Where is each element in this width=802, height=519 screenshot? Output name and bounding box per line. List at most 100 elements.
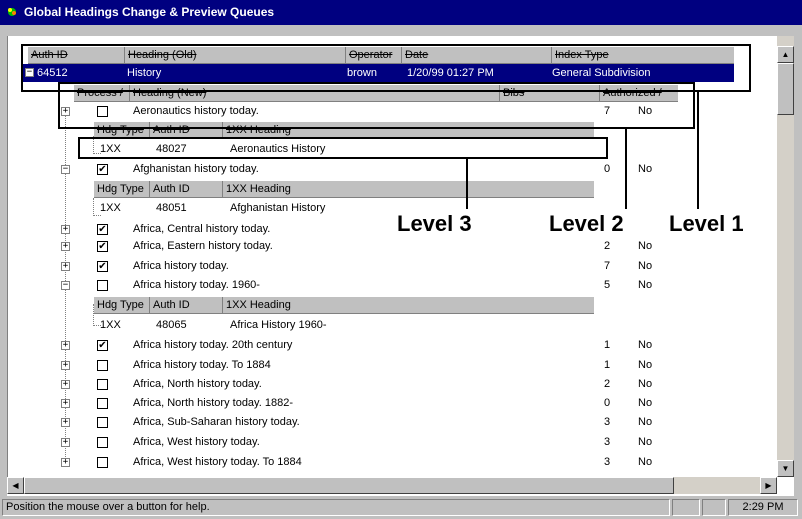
bibs-cell: 5: [604, 279, 611, 291]
process-checkbox[interactable]: ✔: [97, 340, 108, 351]
authorized-cell: No: [638, 339, 653, 351]
col-1xx-heading[interactable]: 1XX Heading: [223, 181, 594, 197]
level3-outline: [78, 137, 608, 159]
auth-id-cell: 48065: [156, 319, 187, 331]
col-hdg-type[interactable]: Hdg Type: [94, 297, 150, 313]
bibs-cell: 0: [604, 163, 611, 175]
sub-row[interactable]: 1XX 48065 Africa History 1960-: [94, 316, 594, 334]
list-item[interactable]: + Africa, North history today. 1882- 0 N…: [56, 394, 696, 412]
title-bar[interactable]: Global Headings Change & Preview Queues: [0, 0, 802, 25]
scroll-up-button[interactable]: ▲: [777, 46, 794, 63]
process-checkbox[interactable]: [97, 280, 108, 291]
list-item[interactable]: + Africa, West history today. To 1884 3 …: [56, 453, 696, 471]
list-item[interactable]: + Africa history today. To 1884 1 No: [56, 356, 696, 374]
expand-icon[interactable]: +: [61, 438, 70, 447]
heading-new-cell: Africa, North history today.: [133, 378, 262, 390]
level2-outline: [58, 82, 695, 129]
horizontal-scrollbar[interactable]: ◀ ▶: [7, 477, 777, 494]
list-item[interactable]: + Africa, North history today. 2 No: [56, 375, 696, 393]
scroll-down-button[interactable]: ▼: [777, 460, 794, 477]
expand-icon[interactable]: +: [61, 242, 70, 251]
heading-new-cell: Afghanistan history today.: [133, 163, 259, 175]
expand-icon[interactable]: +: [61, 399, 70, 408]
authorized-cell: No: [638, 163, 653, 175]
scroll-left-button[interactable]: ◀: [7, 477, 24, 494]
expand-icon[interactable]: +: [61, 225, 70, 234]
bibs-cell: 3: [604, 456, 611, 468]
bibs-cell: 3: [604, 416, 611, 428]
heading-new-cell: Africa, Eastern history today.: [133, 240, 273, 252]
authorized-cell: No: [638, 279, 653, 291]
process-checkbox[interactable]: ✔: [97, 224, 108, 235]
status-panel-empty: [672, 499, 700, 516]
level3-label: Level 3: [397, 211, 472, 236]
level3-header: Hdg Type Auth ID 1XX Heading: [94, 180, 594, 198]
level3-pointer: [466, 159, 468, 209]
heading-new-cell: Africa history today. 1960-: [133, 279, 260, 291]
auth-id-cell: 48051: [156, 202, 187, 214]
collapse-icon[interactable]: −: [61, 281, 70, 290]
authorized-cell: No: [638, 240, 653, 252]
list-item[interactable]: + ✔ Africa history today. 7 No: [56, 257, 696, 275]
bibs-cell: 3: [604, 436, 611, 448]
heading-new-cell: Africa, North history today. 1882-: [133, 397, 293, 409]
scroll-right-button[interactable]: ▶: [760, 477, 777, 494]
bibs-cell: 1: [604, 339, 611, 351]
list-item[interactable]: + Africa, West history today. 3 No: [56, 433, 696, 451]
authorized-cell: No: [638, 260, 653, 272]
level1-pointer: [697, 92, 699, 209]
window-frame-left: [0, 25, 7, 496]
col-1xx-heading[interactable]: 1XX Heading: [223, 297, 594, 313]
process-checkbox[interactable]: [97, 398, 108, 409]
sub-row[interactable]: 1XX 48051 Afghanistan History: [94, 199, 594, 217]
col-auth-id[interactable]: Auth ID: [150, 181, 223, 197]
process-checkbox[interactable]: [97, 360, 108, 371]
vertical-scrollbar[interactable]: ▲ ▼: [777, 36, 794, 477]
collapse-icon[interactable]: −: [61, 165, 70, 174]
level2-pointer: [625, 129, 627, 209]
app-icon: [8, 8, 16, 16]
authorized-cell: No: [638, 397, 653, 409]
process-checkbox[interactable]: [97, 437, 108, 448]
heading-new-cell: Africa history today. 20th century: [133, 339, 293, 351]
status-panel-empty: [702, 499, 726, 516]
col-auth-id[interactable]: Auth ID: [150, 297, 223, 313]
authorized-cell: No: [638, 359, 653, 371]
list-item[interactable]: + ✔ Africa history today. 20th century 1…: [56, 336, 696, 354]
process-checkbox[interactable]: ✔: [97, 241, 108, 252]
window-title: Global Headings Change & Preview Queues: [24, 5, 275, 19]
status-bar: Position the mouse over a button for hel…: [0, 496, 802, 519]
authorized-cell: No: [638, 456, 653, 468]
expand-icon[interactable]: +: [61, 458, 70, 467]
list-item[interactable]: − Africa history today. 1960- 5 No: [56, 276, 696, 294]
scroll-thumb[interactable]: [777, 63, 794, 115]
authorized-cell: No: [638, 416, 653, 428]
level1-label: Level 1: [669, 211, 744, 236]
heading-new-cell: Africa history today. To 1884: [133, 359, 271, 371]
process-checkbox[interactable]: ✔: [97, 164, 108, 175]
status-clock: 2:29 PM: [728, 499, 798, 516]
status-message: Position the mouse over a button for hel…: [2, 499, 670, 516]
bibs-cell: 2: [604, 378, 611, 390]
expand-icon[interactable]: +: [61, 262, 70, 271]
window-frame: [0, 25, 802, 36]
list-item[interactable]: + ✔ Africa, Eastern history today. 2 No: [56, 237, 696, 255]
bibs-cell: 0: [604, 397, 611, 409]
process-checkbox[interactable]: [97, 457, 108, 468]
authorized-cell: No: [638, 436, 653, 448]
heading-new-cell: Africa, West history today. To 1884: [133, 456, 302, 468]
expand-icon[interactable]: +: [61, 418, 70, 427]
expand-icon[interactable]: +: [61, 341, 70, 350]
process-checkbox[interactable]: [97, 417, 108, 428]
expand-icon[interactable]: +: [61, 380, 70, 389]
authorized-cell: No: [638, 378, 653, 390]
level2-label: Level 2: [549, 211, 624, 236]
list-item[interactable]: − ✔ Afghanistan history today. 0 No: [56, 160, 696, 178]
process-checkbox[interactable]: ✔: [97, 261, 108, 272]
process-checkbox[interactable]: [97, 379, 108, 390]
hscroll-thumb[interactable]: [24, 477, 674, 494]
expand-icon[interactable]: +: [61, 361, 70, 370]
list-item[interactable]: + Africa, Sub-Saharan history today. 3 N…: [56, 413, 696, 431]
col-hdg-type[interactable]: Hdg Type: [94, 181, 150, 197]
bibs-cell: 2: [604, 240, 611, 252]
